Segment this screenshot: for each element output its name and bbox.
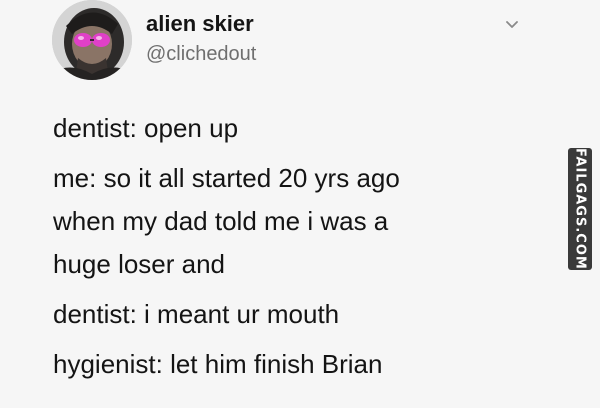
tweet-line: dentist: i meant ur mouth — [53, 299, 340, 329]
tweet-line: when my dad told me i was a — [53, 206, 389, 236]
tweet-line: me: so it all started 20 yrs ago — [53, 163, 400, 193]
chevron-down-icon[interactable] — [502, 16, 522, 32]
watermark-text: FAILGAGS.COM — [572, 148, 588, 270]
display-name[interactable]: alien skier — [146, 11, 254, 37]
watermark: FAILGAGS.COM — [568, 148, 592, 270]
user-handle[interactable]: @clichedout — [146, 42, 256, 66]
tweet-text: dentist: open up me: so it all started 2… — [53, 107, 553, 386]
tweet-line: hygienist: let him finish Brian — [53, 349, 383, 379]
avatar-image — [52, 0, 132, 80]
tweet-line: huge loser and — [53, 249, 226, 279]
tweet-line: dentist: open up — [53, 113, 239, 143]
avatar[interactable] — [52, 0, 132, 80]
